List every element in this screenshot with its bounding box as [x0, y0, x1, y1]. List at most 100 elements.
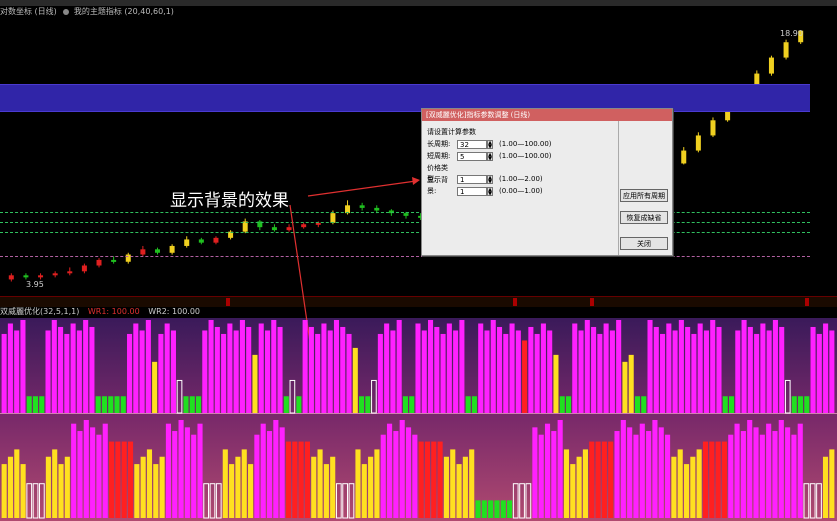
indicator-bar: [146, 449, 153, 518]
indicator-bar: [660, 333, 666, 413]
indicator-bar: [754, 333, 760, 413]
indicator-bar: [402, 396, 408, 413]
indicator-bar: [822, 456, 829, 518]
indicator-bar: [352, 347, 358, 413]
indicator-bar: [246, 326, 252, 413]
parameter-dialog[interactable]: [双威麗优化]指标参数调整 (日线) 请设置计算参数 长周期: 32 ▲ ▼ (1.00…: [421, 108, 673, 256]
indicator-bar: [266, 431, 273, 518]
indicator-bar: [153, 464, 159, 518]
indicator-bar: [258, 323, 264, 413]
indicator-bar: [359, 396, 365, 413]
indicator-bar: [45, 456, 51, 518]
indicator-bar: [321, 323, 327, 413]
indicator-bar: [7, 456, 14, 518]
indicator-bar: [641, 396, 647, 413]
indicator-bar: [522, 340, 528, 413]
indicator-bar: [39, 396, 45, 413]
indicator-bar: [462, 456, 468, 518]
indicator-bar: [459, 320, 465, 413]
indicator-bar: [740, 431, 746, 518]
indicator-bar: [327, 330, 333, 413]
indicator-bar: [374, 449, 380, 518]
indicator-bar: [601, 441, 607, 518]
indicator-bar: [507, 500, 513, 518]
indicator-bar: [628, 354, 634, 413]
indicator-bar: [89, 326, 95, 413]
indicator-bar: [58, 326, 64, 413]
indicator-bar: [766, 423, 772, 518]
indicator-bar: [778, 420, 784, 518]
indicator-bar: [159, 456, 165, 518]
indicator-bar: [317, 449, 323, 518]
close-button[interactable]: 关闭: [620, 237, 668, 250]
spinner-icon[interactable]: ▲ ▼: [487, 139, 493, 149]
indicator-bar: [772, 320, 778, 413]
indicator-bar: [431, 441, 437, 518]
indicator-bar: [622, 361, 628, 413]
indicator-bar: [797, 423, 803, 518]
indicator-bar: [450, 449, 456, 518]
indicator-bar: [609, 330, 615, 413]
indicator-bars: [1, 204, 835, 519]
indicator-bar: [512, 483, 519, 519]
param-row-price-type: 价格类型: 1 ▲ ▼ (1.00—2.00): [427, 163, 543, 184]
indicator-bar: [803, 483, 810, 519]
indicator-bar: [315, 333, 321, 413]
spinner-icon[interactable]: ▲ ▼: [487, 186, 493, 196]
indicator-bar: [428, 320, 434, 413]
indicator-bar: [415, 323, 421, 413]
indicator-bar: [500, 500, 506, 518]
indicator-bar: [340, 326, 346, 413]
indicator-bar: [20, 320, 26, 413]
restore-default-button[interactable]: 恢复成缺省: [620, 211, 668, 224]
short-period-input[interactable]: 5: [457, 151, 487, 161]
indicator-bar: [576, 456, 582, 518]
indicator-bar: [214, 326, 220, 413]
spinner-icon[interactable]: ▲ ▼: [487, 151, 493, 161]
indicator-bar: [152, 361, 158, 413]
dialog-title[interactable]: [双威麗优化]指标参数调整 (日线): [422, 109, 672, 121]
indicator-bar: [127, 441, 134, 518]
indicator-bar: [646, 431, 652, 518]
indicator-bar: [666, 323, 672, 413]
indicator-bar: [557, 420, 563, 518]
long-period-input[interactable]: 32: [457, 139, 487, 149]
indicator-bar: [26, 396, 32, 413]
indicator-bar: [779, 326, 785, 413]
indicator-bar: [178, 420, 184, 518]
indicator-bar: [760, 323, 766, 413]
indicator-bar: [203, 483, 209, 519]
indicator-bar: [584, 320, 590, 413]
indicator-bar: [570, 464, 576, 518]
indicator-bar: [121, 441, 127, 518]
indicator-bar: [671, 456, 677, 518]
indicator-bar: [553, 354, 559, 413]
indicator-bar: [565, 396, 572, 413]
dialog-subtitle: 请设置计算参数: [427, 128, 476, 136]
indicator-bar: [333, 320, 340, 413]
indicator-bar: [32, 483, 39, 519]
show-background-input[interactable]: 1: [457, 186, 487, 196]
indicator-bar: [481, 500, 487, 518]
indicator-bar: [114, 396, 120, 413]
indicator-bar: [791, 396, 797, 413]
indicator-bar: [747, 420, 753, 518]
indicator-bar: [797, 396, 804, 413]
indicator-bar: [538, 434, 544, 518]
indicator-bar: [355, 449, 361, 518]
indicator-bar: [271, 320, 277, 413]
indicator-bar: [544, 423, 551, 518]
indicator-bar: [7, 323, 13, 413]
indicator-bar: [528, 326, 534, 413]
indicator-bar: [108, 396, 114, 413]
indicator-bar: [690, 456, 696, 518]
apply-all-periods-button[interactable]: 应用所有周期: [620, 189, 668, 202]
indicator-bar: [816, 333, 822, 413]
indicator-bar: [728, 396, 735, 413]
indicator-bar: [678, 320, 684, 413]
indicator-bar: [810, 326, 816, 413]
indicator-bar: [311, 456, 317, 518]
indicator-bar: [380, 434, 386, 518]
indicator-bar: [471, 396, 477, 413]
indicator-bar: [409, 396, 415, 413]
